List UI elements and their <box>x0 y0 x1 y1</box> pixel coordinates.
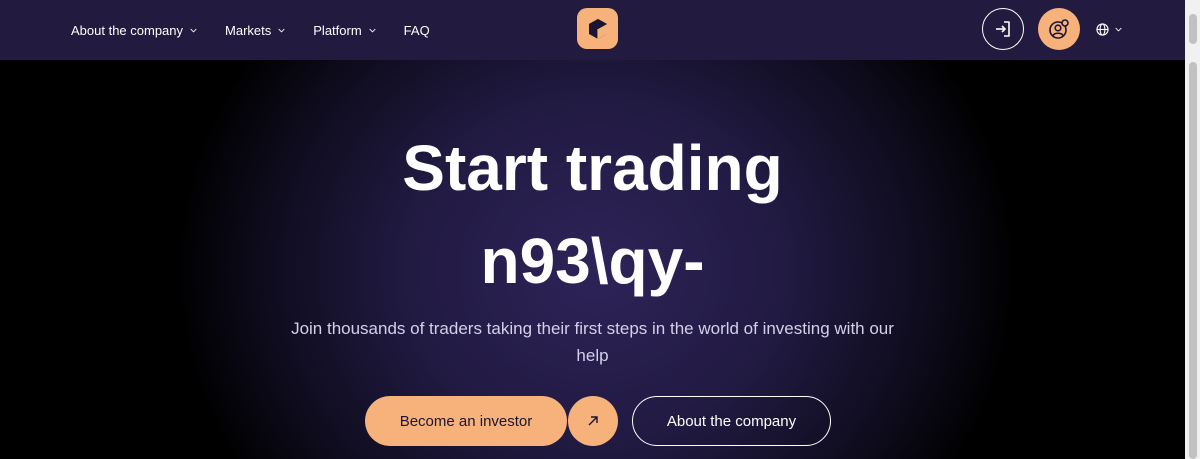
chevron-down-icon <box>278 28 285 33</box>
nav-item-label: Platform <box>313 22 362 38</box>
account-button[interactable] <box>1038 8 1080 50</box>
globe-icon <box>1096 22 1109 36</box>
scrollbar-thumb[interactable] <box>1189 62 1197 459</box>
hero-title-line1: Start trading <box>402 132 783 204</box>
header-actions <box>982 8 1122 50</box>
hero-subtitle: Join thousands of traders taking their f… <box>291 319 894 365</box>
page-scrollbar[interactable] <box>1185 0 1200 459</box>
site-header: About the company Markets Platform FAQ <box>0 0 1185 60</box>
hero-title: Start trading n93\qy- <box>0 122 1185 308</box>
become-investor-arrow-button[interactable] <box>568 396 618 446</box>
login-icon <box>996 21 1010 37</box>
chevron-down-icon <box>190 28 197 33</box>
nav-item-platform[interactable]: Platform <box>313 22 376 38</box>
user-settings-icon <box>1049 19 1069 39</box>
nav-item-faq[interactable]: FAQ <box>404 23 430 38</box>
nav-item-about[interactable]: About the company <box>71 23 197 38</box>
cube-logo-icon <box>588 18 607 39</box>
arrow-up-right-icon <box>588 416 598 426</box>
nav-item-label: Markets <box>225 22 272 38</box>
nav-item-label: FAQ <box>403 22 430 38</box>
hero-cta-row: Become an investor About the company <box>365 396 831 446</box>
scrollbar-thumb[interactable] <box>1189 14 1197 44</box>
login-button[interactable] <box>982 8 1024 50</box>
language-selector[interactable] <box>1096 22 1122 36</box>
main-nav: About the company Markets Platform FAQ <box>71 0 458 60</box>
nav-item-label: About the company <box>71 22 184 38</box>
hero-title-line2: n93\qy- <box>480 225 705 297</box>
chevron-down-icon <box>1115 27 1122 32</box>
become-investor-button[interactable]: Become an investor <box>365 396 567 446</box>
chevron-down-icon <box>369 28 376 33</box>
nav-item-markets[interactable]: Markets <box>225 23 285 38</box>
hero-section: Start trading n93\qy- Join thousands of … <box>0 60 1185 459</box>
about-company-button[interactable]: About the company <box>632 396 831 446</box>
site-logo[interactable] <box>577 8 618 49</box>
